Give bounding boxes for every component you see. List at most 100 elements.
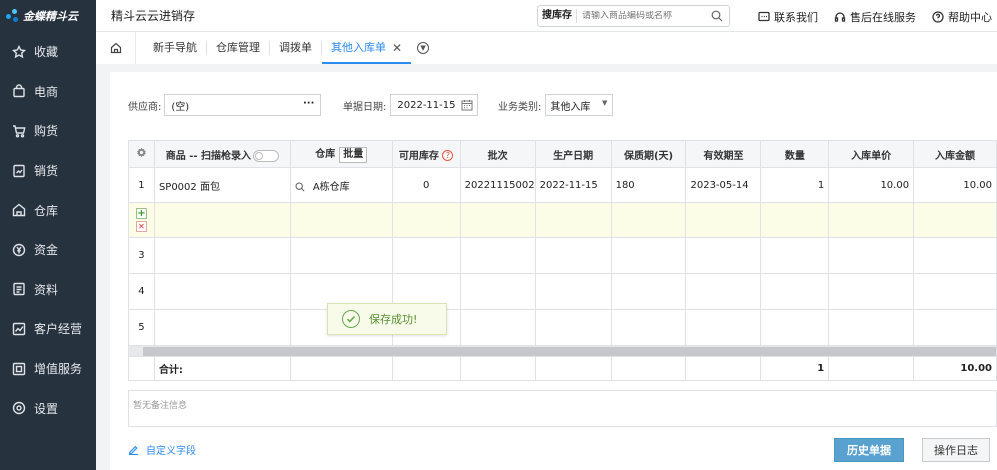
cell-shelf-life[interactable] xyxy=(610,309,687,346)
sidebar-item-purchase[interactable]: 购货 xyxy=(0,111,96,151)
operation-log-button[interactable]: 操作日志 xyxy=(922,438,990,462)
cell-product[interactable] xyxy=(153,309,291,346)
remark-field[interactable]: 暂无备注信息 xyxy=(128,390,997,427)
help-center-link[interactable]: 帮助中心 xyxy=(932,9,992,25)
cell-unit-price[interactable] xyxy=(828,273,915,310)
cell-qty[interactable] xyxy=(760,309,830,346)
chevron-down-icon[interactable]: ▼ xyxy=(417,42,430,54)
search-input[interactable] xyxy=(582,11,702,21)
column-settings[interactable] xyxy=(128,140,155,168)
cell-shelf-life[interactable]: 180 xyxy=(610,167,687,203)
custom-fields-link[interactable]: 自定义字段 xyxy=(128,442,196,457)
delete-row-icon[interactable]: ✕ xyxy=(135,221,147,232)
cell-lot[interactable] xyxy=(459,273,536,310)
cell-qty[interactable] xyxy=(760,237,830,274)
cell-expiry[interactable] xyxy=(685,202,762,238)
table-row-selected[interactable]: + ✕ xyxy=(128,202,997,238)
table-row[interactable]: 3 xyxy=(128,237,997,274)
tab-home[interactable] xyxy=(96,32,136,64)
search-icon[interactable] xyxy=(295,181,305,192)
cell-lot[interactable]: 20221115002 xyxy=(459,167,536,203)
cell-product[interactable] xyxy=(153,202,291,238)
message-icon xyxy=(758,11,770,22)
cell-unit-price[interactable] xyxy=(828,309,915,346)
column-stock: 可用库存 ? xyxy=(391,140,461,168)
sidebar-item-ecommerce[interactable]: 电商 xyxy=(0,72,96,112)
cell-mfg-date[interactable] xyxy=(534,273,612,310)
cell-warehouse[interactable] xyxy=(289,237,393,274)
sidebar-item-settings[interactable]: 设置 xyxy=(0,388,96,428)
cell-expiry[interactable] xyxy=(685,273,762,310)
tab-transfer-order[interactable]: 调拨单 xyxy=(270,41,322,55)
supplier-field[interactable]: (空) ··· xyxy=(164,94,322,116)
batch-button[interactable]: 批量 xyxy=(339,147,368,163)
date-field[interactable]: 2022-11-15 xyxy=(390,94,479,116)
cell-mfg-date[interactable] xyxy=(534,237,612,274)
cell-qty[interactable] xyxy=(760,273,830,310)
close-icon[interactable]: ✕ xyxy=(392,41,402,55)
sidebar-item-funds[interactable]: 资金 xyxy=(0,230,96,270)
cell-product[interactable] xyxy=(153,273,291,310)
cell-amount[interactable] xyxy=(913,273,997,310)
cell-qty[interactable]: 1 xyxy=(760,167,830,203)
cell-product[interactable] xyxy=(153,237,291,274)
history-button[interactable]: 历史单据 xyxy=(834,438,904,462)
cell-lot[interactable] xyxy=(459,237,536,274)
custom-fields-label: 自定义字段 xyxy=(146,446,196,457)
cell-amount[interactable]: 10.00 xyxy=(913,167,997,203)
brand-logo[interactable]: 金蝶精斗云 xyxy=(0,0,96,32)
gear-icon[interactable] xyxy=(136,147,147,158)
cell-amount[interactable] xyxy=(913,309,997,346)
sidebar-item-customer[interactable]: 客户经营 xyxy=(0,309,96,349)
calendar-icon[interactable] xyxy=(461,99,473,111)
table-row[interactable]: 1 SP0002 面包 A栋仓库 0 20221115002 2022-11-1… xyxy=(128,167,997,203)
sidebar-item-favorites[interactable]: 收藏 xyxy=(0,32,96,72)
cell-unit-price[interactable] xyxy=(828,202,915,238)
cell-mfg-date[interactable]: 2022-11-15 xyxy=(534,167,612,203)
tab-other-inbound[interactable]: 其他入库单 ✕ xyxy=(322,32,412,64)
help-icon xyxy=(932,11,944,23)
table-row[interactable]: 4 xyxy=(128,273,997,310)
cell-lot[interactable] xyxy=(459,202,536,238)
cell-shelf-life[interactable] xyxy=(610,202,687,238)
cell-expiry[interactable] xyxy=(685,237,762,274)
scrollbar-track[interactable] xyxy=(128,345,997,357)
cell-expiry[interactable]: 2023-05-14 xyxy=(685,167,762,203)
cell-lot[interactable] xyxy=(459,309,536,346)
cell-unit-price[interactable] xyxy=(828,237,915,274)
row-actions: + ✕ xyxy=(128,202,155,238)
type-select[interactable]: 其他入库 ▼ xyxy=(545,94,614,116)
scan-toggle[interactable] xyxy=(253,149,280,162)
question-icon[interactable]: ? xyxy=(442,150,454,161)
cell-mfg-date[interactable] xyxy=(534,309,612,346)
cell-product[interactable]: SP0002 面包 xyxy=(153,167,291,203)
cell-warehouse[interactable] xyxy=(289,202,393,238)
sidebar-item-sales[interactable]: 销货 xyxy=(0,151,96,191)
sidebar-item-value-added[interactable]: 增值服务 xyxy=(0,349,96,389)
horizontal-scrollbar[interactable] xyxy=(128,345,997,357)
document-icon xyxy=(13,283,25,296)
more-icon[interactable]: ··· xyxy=(303,98,314,109)
cell-shelf-life[interactable] xyxy=(610,273,687,310)
inventory-search[interactable]: 搜库存 xyxy=(537,5,730,27)
sidebar-item-warehouse[interactable]: 仓库 xyxy=(0,190,96,230)
cell-warehouse[interactable]: A栋仓库 xyxy=(289,167,393,203)
search-icon[interactable] xyxy=(711,10,723,22)
cell-expiry[interactable] xyxy=(685,309,762,346)
search-scope[interactable]: 搜库存 xyxy=(538,9,577,23)
tab-warehouse-management[interactable]: 仓库管理 xyxy=(207,41,270,55)
cell-amount[interactable] xyxy=(913,202,997,238)
scrollbar-thumb[interactable] xyxy=(143,347,996,356)
tab-guide[interactable]: 新手导航 xyxy=(144,41,207,55)
add-row-icon[interactable]: + xyxy=(135,208,147,219)
cell-qty[interactable] xyxy=(760,202,830,238)
cell-amount[interactable] xyxy=(913,237,997,274)
cell-shelf-life[interactable] xyxy=(610,237,687,274)
cell-mfg-date[interactable] xyxy=(534,202,612,238)
cell-unit-price[interactable]: 10.00 xyxy=(828,167,915,203)
contact-us-link[interactable]: 联系我们 xyxy=(758,9,818,25)
supplier-row: 供应商: (空) ··· xyxy=(128,94,322,116)
after-sales-link[interactable]: 售后在线服务 xyxy=(834,9,916,25)
sidebar-item-data[interactable]: 资料 xyxy=(0,270,96,310)
table-row[interactable]: 5 xyxy=(128,309,997,346)
